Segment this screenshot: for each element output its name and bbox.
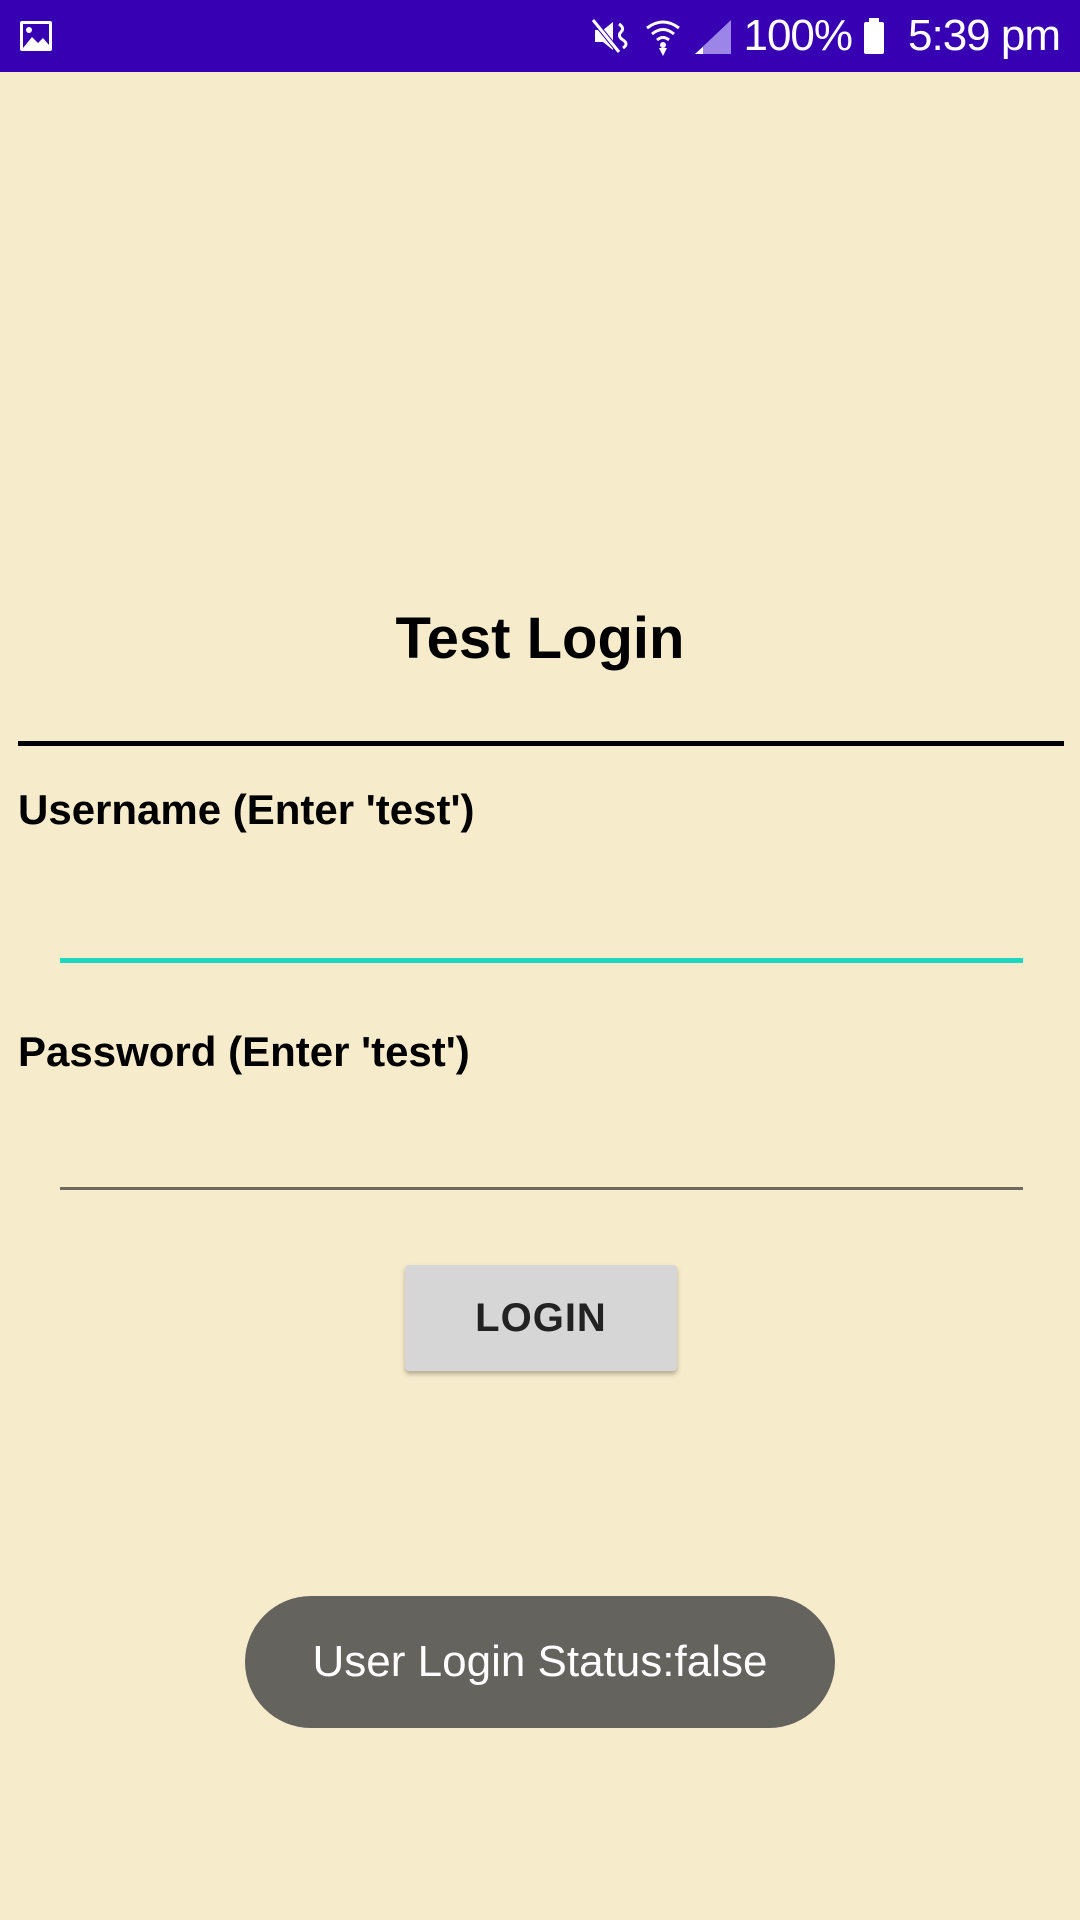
battery-icon (862, 14, 886, 58)
login-button[interactable]: LOGIN (405, 1265, 677, 1371)
page-title: Test Login (395, 606, 685, 671)
status-bar: 100% 5:39 pm (0, 0, 1080, 72)
image-notification-icon (18, 18, 54, 54)
signal-icon (693, 14, 733, 58)
mute-icon (589, 14, 633, 58)
username-input[interactable] (60, 893, 1023, 963)
username-label: Username (Enter 'test') (18, 786, 475, 833)
status-icons: 100% 5:39 pm (589, 0, 1061, 72)
clock-time: 5:39 pm (908, 11, 1061, 60)
toast-message: User Login Status:false (312, 1637, 768, 1686)
login-status-toast: User Login Status:false (245, 1596, 835, 1728)
password-input[interactable] (60, 1120, 1023, 1190)
battery-percentage: 100% (743, 11, 853, 60)
title-divider (18, 741, 1064, 746)
password-label: Password (Enter 'test') (18, 1028, 470, 1075)
wifi-icon (643, 14, 683, 58)
